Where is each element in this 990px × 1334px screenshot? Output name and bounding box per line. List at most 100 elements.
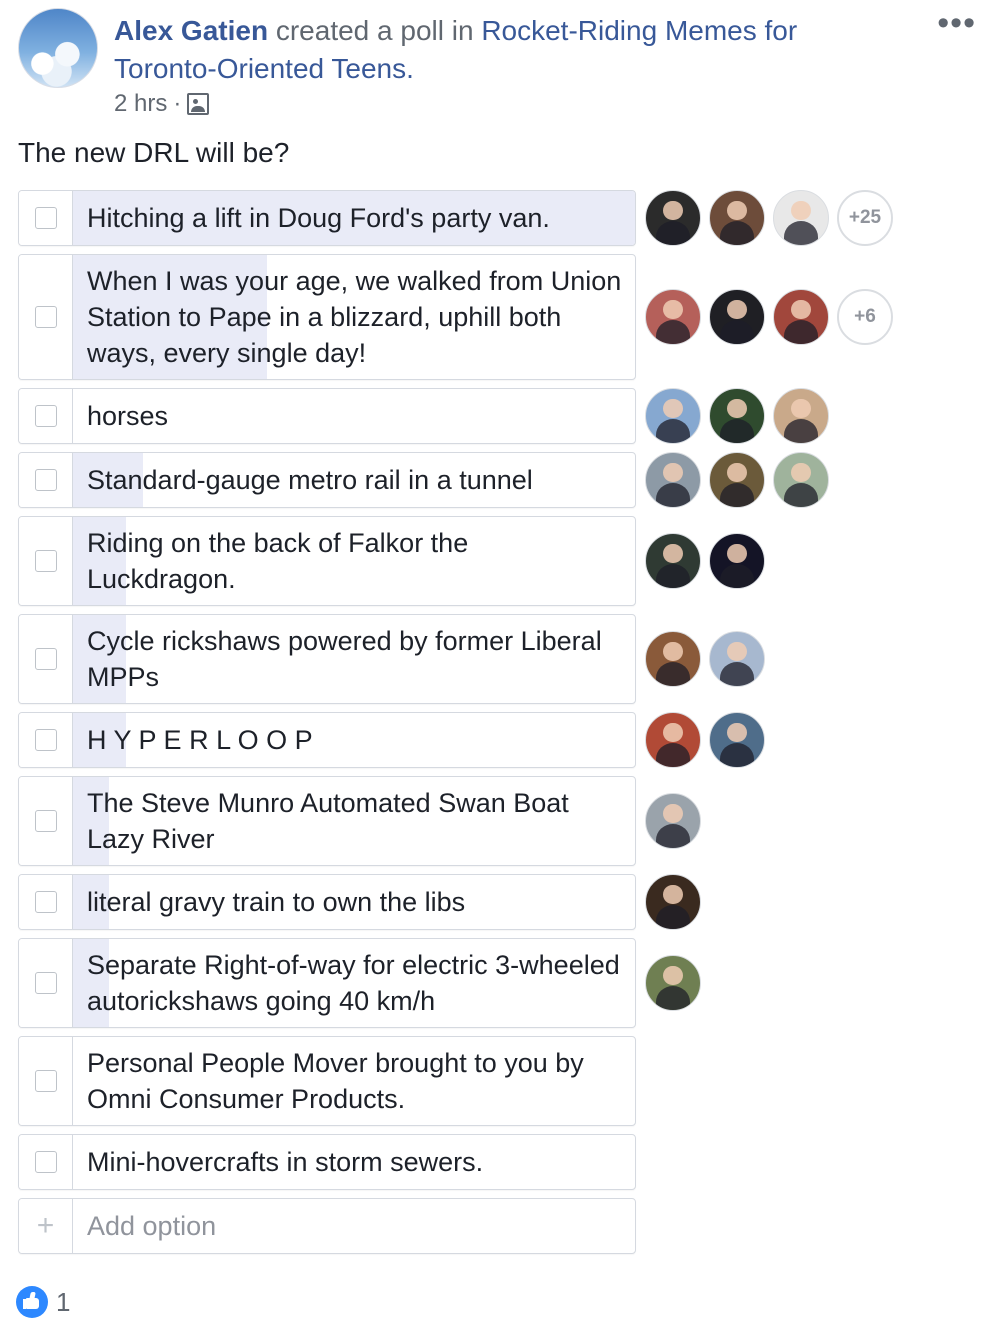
voter-avatar[interactable] <box>645 533 701 589</box>
poll-option[interactable]: Mini-hovercrafts in storm sewers. <box>18 1134 636 1190</box>
voter-avatar[interactable] <box>709 631 765 687</box>
poll-option-row: The Steve Munro Automated Swan Boat Lazy… <box>18 776 898 866</box>
checkbox-cell <box>19 875 73 929</box>
poll-option-row: Cycle rickshaws powered by former Libera… <box>18 614 898 704</box>
voter-avatar[interactable] <box>709 289 765 345</box>
voter-avatar[interactable] <box>645 388 701 444</box>
option-label: Standard-gauge metro rail in a tunnel <box>87 465 533 495</box>
poll-option[interactable]: Hitching a lift in Doug Ford's party van… <box>18 190 636 246</box>
option-checkbox[interactable] <box>34 1070 57 1092</box>
poll-option[interactable]: The Steve Munro Automated Swan Boat Lazy… <box>18 776 636 866</box>
option-checkbox[interactable] <box>34 810 57 832</box>
voter-avatar[interactable] <box>645 452 701 508</box>
poll-option[interactable]: Standard-gauge metro rail in a tunnel <box>18 452 636 508</box>
option-label: Hitching a lift in Doug Ford's party van… <box>87 203 550 233</box>
poll-option-row: horses <box>18 388 898 444</box>
checkbox-cell <box>19 389 73 443</box>
voter-avatar[interactable] <box>773 289 829 345</box>
voter-avatars <box>645 712 773 768</box>
checkbox-cell <box>19 615 73 703</box>
option-checkbox[interactable] <box>34 207 57 229</box>
poll-option[interactable]: horses <box>18 388 636 444</box>
checkbox-cell <box>19 713 73 767</box>
option-label: Cycle rickshaws powered by former Libera… <box>87 626 602 692</box>
voter-avatar[interactable] <box>645 712 701 768</box>
voter-avatar[interactable] <box>645 289 701 345</box>
voter-avatar[interactable] <box>645 874 701 930</box>
poll-question: The new DRL will be? <box>18 137 290 168</box>
option-label: Separate Right-of-way for electric 3-whe… <box>87 950 620 1016</box>
add-option-row: + Add option <box>18 1198 898 1254</box>
voter-avatar[interactable] <box>709 712 765 768</box>
option-checkbox[interactable] <box>34 729 57 751</box>
group-members-icon <box>187 93 210 115</box>
checkbox-cell <box>19 939 73 1027</box>
checkbox-cell <box>19 1135 73 1189</box>
voter-avatar[interactable] <box>709 190 765 246</box>
action-text: created a poll in <box>275 15 474 46</box>
voter-avatars <box>645 388 837 444</box>
meta-separator: · <box>173 90 182 117</box>
poll-option-row: Separate Right-of-way for electric 3-whe… <box>18 938 898 1028</box>
poll-option[interactable]: H Y P E R L O O P <box>18 712 636 768</box>
checkbox-cell <box>19 255 73 379</box>
option-label: literal gravy train to own the libs <box>87 887 466 917</box>
add-icon-cell: + <box>19 1199 73 1253</box>
checkbox-cell <box>19 191 73 245</box>
voter-avatars: +25 <box>645 190 893 246</box>
option-checkbox[interactable] <box>34 891 57 913</box>
option-checkbox[interactable] <box>34 405 57 427</box>
voter-avatars <box>645 776 709 866</box>
voter-avatar[interactable] <box>709 388 765 444</box>
voter-avatars <box>645 938 709 1028</box>
voter-avatar[interactable] <box>645 190 701 246</box>
voter-avatar[interactable] <box>773 388 829 444</box>
voter-avatar[interactable] <box>709 533 765 589</box>
checkbox-cell <box>19 453 73 507</box>
voter-avatar[interactable] <box>773 190 829 246</box>
more-voters-count[interactable]: +25 <box>837 190 893 246</box>
like-count: 1 <box>56 1286 71 1317</box>
post-headline: Alex Gatien created a poll in Rocket-Rid… <box>114 12 854 88</box>
option-checkbox[interactable] <box>34 972 57 994</box>
checkbox-cell <box>19 777 73 865</box>
poll-option[interactable]: When I was your age, we walked from Unio… <box>18 254 636 380</box>
poll-option[interactable]: Riding on the back of Falkor the Luckdra… <box>18 516 636 606</box>
poll-option-row: H Y P E R L O O P <box>18 712 898 768</box>
poll-option-row: Personal People Mover brought to you by … <box>18 1036 898 1126</box>
voter-avatars <box>645 516 773 606</box>
checkbox-cell <box>19 1037 73 1125</box>
voter-avatar[interactable] <box>645 955 701 1011</box>
add-option-button[interactable]: + Add option <box>18 1198 636 1254</box>
voter-avatars <box>645 874 709 930</box>
plus-icon: + <box>36 1209 55 1242</box>
post-timestamp[interactable]: 2 hrs <box>114 88 167 120</box>
voter-avatar[interactable] <box>645 631 701 687</box>
option-checkbox[interactable] <box>34 1151 57 1173</box>
option-label: H Y P E R L O O P <box>87 725 313 755</box>
poll-option-row: Mini-hovercrafts in storm sewers. <box>18 1134 898 1190</box>
option-checkbox[interactable] <box>34 648 57 670</box>
option-label: Riding on the back of Falkor the Luckdra… <box>87 528 469 594</box>
poll-option[interactable]: Separate Right-of-way for electric 3-whe… <box>18 938 636 1028</box>
poll-option-row: Riding on the back of Falkor the Luckdra… <box>18 516 898 606</box>
voter-avatars: +6 <box>645 254 893 380</box>
option-label: Personal People Mover brought to you by … <box>87 1048 584 1114</box>
post-meta: 2 hrs · <box>114 88 210 120</box>
poll-option[interactable]: literal gravy train to own the libs <box>18 874 636 930</box>
poll-option[interactable]: Personal People Mover brought to you by … <box>18 1036 636 1126</box>
option-label: Mini-hovercrafts in storm sewers. <box>87 1147 484 1177</box>
voter-avatar[interactable] <box>645 793 701 849</box>
author-link[interactable]: Alex Gatien <box>114 15 268 46</box>
option-checkbox[interactable] <box>34 306 57 328</box>
voter-avatar[interactable] <box>709 452 765 508</box>
group-avatar[interactable] <box>18 8 98 88</box>
option-label: The Steve Munro Automated Swan Boat Lazy… <box>87 788 569 854</box>
voter-avatar[interactable] <box>773 452 829 508</box>
reactions-bar[interactable]: 1 <box>16 1286 70 1318</box>
poll-option[interactable]: Cycle rickshaws powered by former Libera… <box>18 614 636 704</box>
more-voters-count[interactable]: +6 <box>837 289 893 345</box>
option-checkbox[interactable] <box>34 469 57 491</box>
option-checkbox[interactable] <box>34 550 57 572</box>
more-options-icon[interactable]: ••• <box>937 6 976 40</box>
